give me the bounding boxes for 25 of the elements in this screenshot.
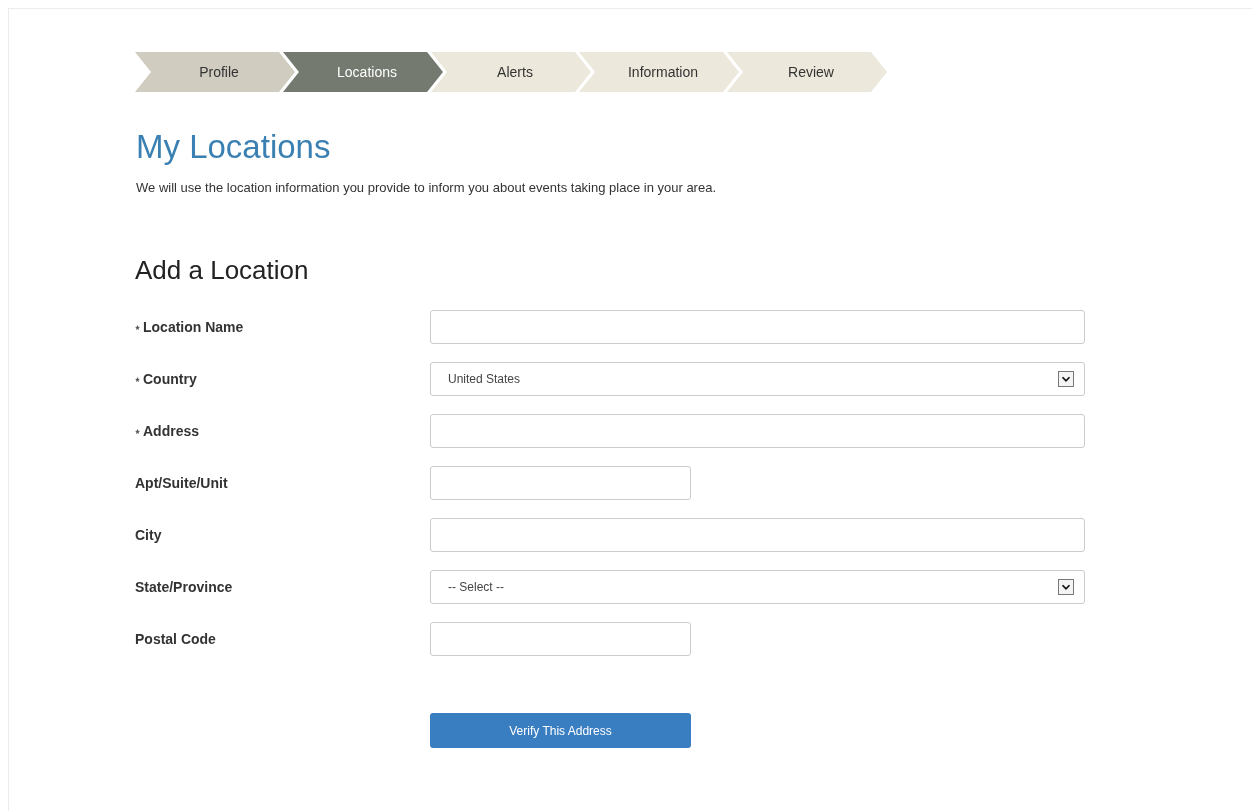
field-label: Country xyxy=(143,371,197,387)
text-field[interactable] xyxy=(430,466,691,500)
field-label: City xyxy=(135,527,162,543)
step-tab[interactable]: Locations xyxy=(283,52,443,92)
field-label: State/Province xyxy=(135,579,233,595)
dropdown[interactable]: United States xyxy=(430,362,1085,396)
form-title: Add a Location xyxy=(135,255,310,286)
dropdown[interactable]: -- Select -- xyxy=(430,570,1085,604)
field-label: Location Name xyxy=(143,319,244,335)
text-field[interactable] xyxy=(430,310,1085,344)
field-label: Postal Code xyxy=(135,631,216,647)
field-label: Apt/Suite/Unit xyxy=(135,475,228,491)
description-text: We will use the location information you provide to inform you about events taking place in your area. xyxy=(136,180,718,195)
step-tab[interactable]: Information xyxy=(579,52,739,92)
text-field[interactable] xyxy=(430,622,691,656)
verify-button[interactable]: Verify This Address xyxy=(430,713,691,748)
step-tab[interactable]: Review xyxy=(727,52,887,92)
field-label: Address xyxy=(143,423,200,439)
chevron-down-icon xyxy=(1058,371,1074,387)
text-field[interactable] xyxy=(430,414,1085,448)
step-tab[interactable]: Profile xyxy=(135,52,295,92)
step-tab[interactable]: Alerts xyxy=(431,52,591,92)
page-title: My Locations xyxy=(136,128,332,166)
chevron-down-icon xyxy=(1058,579,1074,595)
text-field[interactable] xyxy=(430,518,1085,552)
